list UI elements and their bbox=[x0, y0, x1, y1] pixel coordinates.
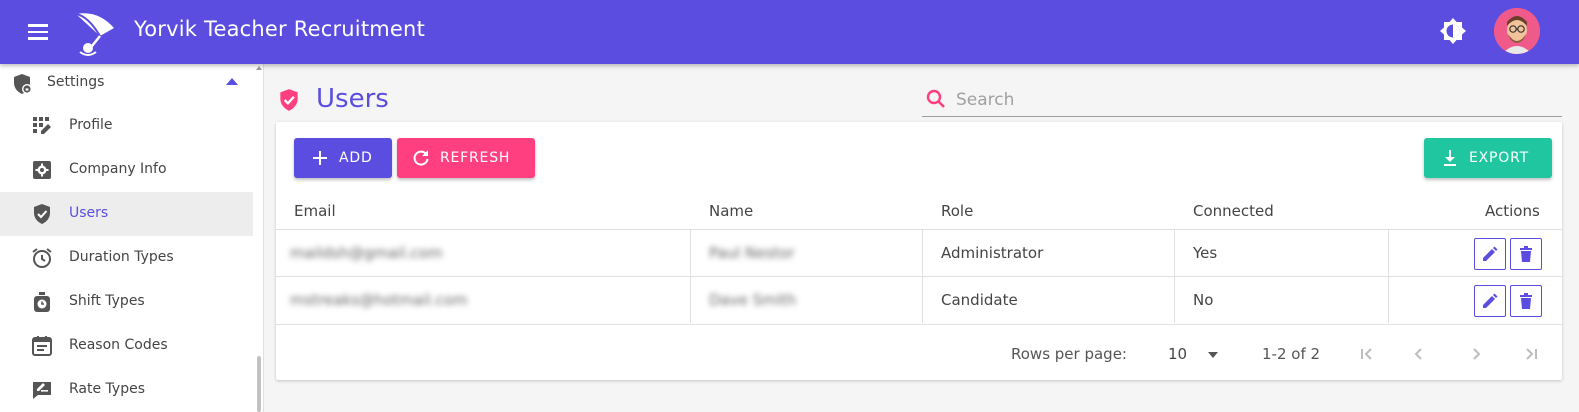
search-icon bbox=[926, 89, 945, 108]
sidebar-item-rate-types[interactable]: Rate Types bbox=[0, 368, 253, 412]
signature-icon bbox=[33, 382, 51, 399]
pagination-bar: Rows per page: 10 1-2 of 2 bbox=[276, 324, 1562, 380]
sidebar-item-label: Reason Codes bbox=[69, 337, 168, 353]
menu-icon-line bbox=[28, 37, 48, 40]
logo-icon bbox=[75, 13, 114, 56]
sidebar-item-label: Shift Types bbox=[69, 293, 145, 309]
add-button-label: ADD bbox=[339, 150, 373, 166]
table-row[interactable]: mstreaks@hotmail.com Dave Smith Candidat… bbox=[276, 276, 1562, 323]
role-cell: Candidate bbox=[923, 277, 1175, 323]
sidebar-item-duration-types[interactable]: Duration Types bbox=[0, 236, 253, 280]
collapse-caret-icon[interactable] bbox=[226, 78, 238, 85]
app-bar: Yorvik Teacher Recruitment bbox=[0, 0, 1579, 64]
shield-check-icon bbox=[280, 89, 298, 111]
alarm-clock-icon bbox=[32, 248, 52, 268]
edit-button[interactable] bbox=[1474, 285, 1506, 317]
sidebar-section-label: Settings bbox=[47, 74, 105, 90]
search-field[interactable] bbox=[922, 83, 1562, 117]
shield-check-icon bbox=[34, 204, 50, 224]
email-cell: mstreaks@hotmail.com bbox=[276, 277, 691, 323]
sidebar-item-shift-types[interactable]: Shift Types bbox=[0, 280, 253, 324]
users-card: ADD REFRESH EXPORT Email Name Role Conne… bbox=[276, 122, 1562, 380]
shield-lock-icon bbox=[14, 74, 32, 94]
name-cell: Dave Smith bbox=[691, 277, 923, 323]
avatar-face-icon bbox=[1494, 8, 1540, 54]
email-value: maildsh@gmail.com bbox=[290, 244, 443, 262]
sidebar-item-users[interactable]: Users bbox=[0, 192, 253, 236]
calendar-list-icon bbox=[32, 336, 52, 356]
email-value: mstreaks@hotmail.com bbox=[290, 291, 468, 309]
connected-value: No bbox=[1193, 291, 1214, 309]
refresh-button[interactable]: REFRESH bbox=[397, 138, 535, 178]
profile-grid-icon bbox=[33, 117, 51, 134]
column-header-actions: Actions bbox=[1485, 202, 1540, 220]
trash-icon bbox=[1520, 293, 1532, 309]
chevron-left-icon bbox=[1414, 348, 1422, 360]
first-page-button[interactable] bbox=[1352, 339, 1382, 369]
rows-per-page-value: 10 bbox=[1168, 345, 1188, 363]
column-header-name[interactable]: Name bbox=[709, 202, 753, 220]
role-value: Candidate bbox=[941, 291, 1018, 309]
gear-box-icon bbox=[33, 161, 51, 179]
pencil-icon bbox=[1483, 246, 1498, 261]
scroll-up-icon[interactable] bbox=[256, 66, 262, 70]
next-page-button[interactable] bbox=[1461, 339, 1491, 369]
table-row[interactable]: maildsh@gmail.com Paul Nestor Administra… bbox=[276, 229, 1562, 276]
previous-page-button[interactable] bbox=[1404, 339, 1434, 369]
sidebar-item-label: Duration Types bbox=[69, 249, 174, 265]
user-avatar[interactable] bbox=[1494, 8, 1540, 54]
theme-toggle-icon[interactable] bbox=[1437, 15, 1469, 47]
sidebar-item-profile[interactable]: Profile bbox=[0, 104, 253, 148]
refresh-button-label: REFRESH bbox=[440, 150, 511, 166]
rows-per-page-label: Rows per page: bbox=[1011, 345, 1127, 363]
dropdown-arrow-icon bbox=[1208, 352, 1218, 358]
column-header-role[interactable]: Role bbox=[941, 202, 973, 220]
column-header-email[interactable]: Email bbox=[294, 202, 336, 220]
connected-cell: No bbox=[1175, 277, 1389, 323]
last-page-icon bbox=[1526, 348, 1537, 360]
rows-per-page-select[interactable]: 10 bbox=[1166, 341, 1224, 367]
plus-icon bbox=[313, 151, 327, 165]
sidebar-item-label: Users bbox=[69, 205, 109, 221]
delete-button[interactable] bbox=[1510, 285, 1542, 317]
search-input[interactable] bbox=[956, 87, 1546, 113]
name-cell: Paul Nestor bbox=[691, 230, 923, 276]
chevron-right-icon bbox=[1473, 348, 1481, 360]
page-range: 1-2 of 2 bbox=[1262, 345, 1321, 363]
role-cell: Administrator bbox=[923, 230, 1175, 276]
first-page-icon bbox=[1361, 348, 1372, 360]
download-icon bbox=[1444, 150, 1456, 166]
sidebar: Settings Profile Company Info Users Dura… bbox=[0, 64, 264, 412]
sidebar-item-reason-codes[interactable]: Reason Codes bbox=[0, 324, 253, 368]
email-cell: maildsh@gmail.com bbox=[276, 230, 691, 276]
connected-cell: Yes bbox=[1175, 230, 1389, 276]
menu-icon-line bbox=[28, 24, 48, 27]
name-value: Dave Smith bbox=[709, 291, 797, 309]
sidebar-item-company-info[interactable]: Company Info bbox=[0, 148, 253, 192]
sidebar-item-label: Company Info bbox=[69, 161, 167, 177]
add-button[interactable]: ADD bbox=[294, 138, 392, 178]
page-title: Users bbox=[316, 84, 389, 114]
menu-icon-line bbox=[28, 30, 48, 33]
app-title: Yorvik Teacher Recruitment bbox=[134, 17, 425, 41]
column-header-connected[interactable]: Connected bbox=[1193, 202, 1274, 220]
sidebar-item-label: Rate Types bbox=[69, 381, 146, 397]
last-page-button[interactable] bbox=[1516, 339, 1546, 369]
menu-button[interactable] bbox=[24, 20, 52, 44]
trash-icon bbox=[1520, 246, 1532, 262]
refresh-icon bbox=[413, 150, 429, 166]
edit-button[interactable] bbox=[1474, 238, 1506, 270]
pencil-icon bbox=[1483, 293, 1498, 308]
export-button[interactable]: EXPORT bbox=[1424, 138, 1552, 178]
export-button-label: EXPORT bbox=[1469, 150, 1529, 166]
role-value: Administrator bbox=[941, 244, 1044, 262]
name-value: Paul Nestor bbox=[709, 244, 795, 262]
scrollbar-thumb[interactable] bbox=[257, 356, 261, 412]
timer-icon bbox=[34, 292, 50, 312]
connected-value: Yes bbox=[1193, 244, 1218, 262]
sidebar-scrollbar[interactable] bbox=[255, 64, 263, 412]
sidebar-section-settings[interactable]: Settings bbox=[0, 64, 253, 102]
sidebar-item-label: Profile bbox=[69, 117, 113, 133]
delete-button[interactable] bbox=[1510, 238, 1542, 270]
